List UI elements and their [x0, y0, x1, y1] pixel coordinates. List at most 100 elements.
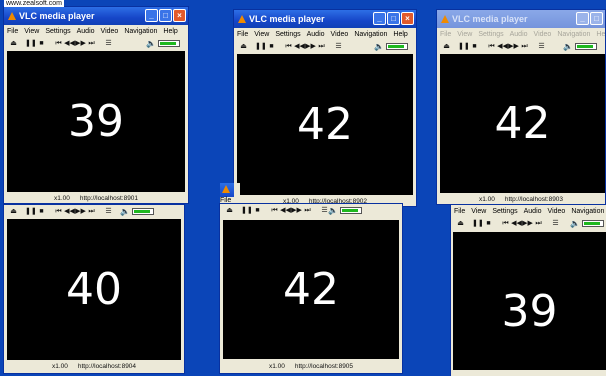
video-area[interactable]: 42	[237, 54, 413, 195]
pause-icon[interactable]: ❚❚	[25, 205, 37, 219]
menu-navigation[interactable]: Navigation	[124, 28, 157, 35]
previous-icon[interactable]: ⏮	[283, 40, 294, 54]
speaker-icon[interactable]: 🔈	[563, 42, 573, 51]
minimize-button[interactable]: _	[576, 12, 589, 25]
minimize-button[interactable]: _	[145, 9, 158, 22]
vlc-window-5[interactable]: ⏏ ❚❚ ■ ⏮ ◀◀ ▶▶ ⏭ ☰ 🔈 42 x1.00 http://loc…	[219, 203, 403, 374]
speaker-icon[interactable]: 🔈	[570, 219, 580, 228]
video-area[interactable]: 39	[453, 232, 606, 370]
video-area[interactable]: 42	[440, 54, 605, 193]
menu-help[interactable]: Help	[596, 31, 605, 38]
menu-settings[interactable]: Settings	[478, 31, 503, 38]
title-bar[interactable]: VLC media player _ □ ×	[4, 7, 188, 25]
vlc-window-6[interactable]: File View Settings Audio Video Navigatio…	[450, 204, 606, 376]
menu-help[interactable]: Help	[393, 31, 407, 38]
menu-file[interactable]: File	[237, 31, 248, 38]
menu-video[interactable]: Video	[548, 208, 566, 215]
menu-audio[interactable]: Audio	[524, 208, 542, 215]
menu-file[interactable]: File	[7, 28, 18, 35]
rewind-icon[interactable]: ◀◀	[64, 37, 75, 51]
menu-view[interactable]: View	[254, 31, 269, 38]
menu-audio[interactable]: Audio	[307, 31, 325, 38]
playlist-icon[interactable]: ☰	[536, 40, 547, 54]
stop-icon[interactable]: ■	[483, 217, 494, 231]
minimize-button[interactable]: _	[373, 12, 386, 25]
speaker-icon[interactable]: 🔈	[120, 207, 130, 216]
volume-control[interactable]: 🔈	[563, 42, 597, 51]
eject-icon[interactable]: ⏏	[8, 205, 19, 219]
volume-slider[interactable]	[340, 207, 362, 214]
close-button[interactable]: ×	[173, 9, 186, 22]
speaker-icon[interactable]: 🔈	[328, 206, 338, 215]
rewind-icon[interactable]: ◀◀	[64, 205, 75, 219]
menu-navigation[interactable]: Navigation	[557, 31, 590, 38]
menu-file[interactable]: File	[454, 208, 465, 215]
video-area[interactable]: 39	[7, 51, 185, 192]
stop-icon[interactable]: ■	[252, 204, 263, 218]
menu-view[interactable]: View	[24, 28, 39, 35]
eject-icon[interactable]: ⏏	[455, 217, 466, 231]
fast-forward-icon[interactable]: ▶▶	[305, 40, 316, 54]
previous-icon[interactable]: ⏮	[486, 40, 497, 54]
next-icon[interactable]: ⏭	[86, 37, 97, 51]
next-icon[interactable]: ⏭	[533, 217, 544, 231]
pause-icon[interactable]: ❚❚	[25, 37, 37, 51]
close-button[interactable]: ×	[401, 12, 414, 25]
volume-slider[interactable]	[158, 40, 180, 47]
rewind-icon[interactable]: ◀◀	[294, 40, 305, 54]
fast-forward-icon[interactable]: ▶▶	[508, 40, 519, 54]
eject-icon[interactable]: ⏏	[8, 37, 19, 51]
menu-settings[interactable]: Settings	[275, 31, 300, 38]
maximize-button[interactable]: □	[159, 9, 172, 22]
menu-view[interactable]: View	[471, 208, 486, 215]
volume-control[interactable]: 🔈	[146, 39, 180, 48]
eject-icon[interactable]: ⏏	[224, 204, 235, 218]
menu-audio[interactable]: Audio	[510, 31, 528, 38]
volume-slider[interactable]	[582, 220, 604, 227]
eject-icon[interactable]: ⏏	[238, 40, 249, 54]
next-icon[interactable]: ⏭	[316, 40, 327, 54]
fast-forward-icon[interactable]: ▶▶	[75, 205, 86, 219]
vlc-window-2[interactable]: VLC media player _ □ × File View Setting…	[233, 9, 417, 207]
volume-slider[interactable]	[575, 43, 597, 50]
stop-icon[interactable]: ■	[469, 40, 480, 54]
previous-icon[interactable]: ⏮	[53, 205, 64, 219]
eject-icon[interactable]: ⏏	[441, 40, 452, 54]
speaker-icon[interactable]: 🔈	[146, 39, 156, 48]
menu-file[interactable]: File	[440, 31, 451, 38]
pause-icon[interactable]: ❚❚	[241, 204, 253, 218]
previous-icon[interactable]: ⏮	[269, 204, 280, 218]
fast-forward-icon[interactable]: ▶▶	[75, 37, 86, 51]
video-area[interactable]: 42	[223, 220, 399, 359]
stop-icon[interactable]: ■	[36, 37, 47, 51]
vlc-window-4[interactable]: ⏏ ❚❚ ■ ⏮ ◀◀ ▶▶ ⏭ ☰ 🔈 40 x1.00 http://loc…	[3, 204, 185, 374]
volume-control[interactable]: 🔈	[120, 207, 154, 216]
title-bar[interactable]	[220, 183, 234, 197]
vlc-window-3[interactable]: VLC media player _ □ File View Settings …	[436, 9, 606, 205]
menu-video[interactable]: Video	[331, 31, 349, 38]
maximize-button[interactable]: □	[387, 12, 400, 25]
rewind-icon[interactable]: ◀◀	[280, 204, 291, 218]
maximize-button[interactable]: □	[590, 12, 603, 25]
playlist-icon[interactable]: ☰	[103, 205, 114, 219]
previous-icon[interactable]: ⏮	[500, 217, 511, 231]
fast-forward-icon[interactable]: ▶▶	[522, 217, 533, 231]
playlist-icon[interactable]: ☰	[103, 37, 114, 51]
video-area[interactable]: 40	[7, 219, 181, 360]
pause-icon[interactable]: ❚❚	[472, 217, 484, 231]
menu-settings[interactable]: Settings	[492, 208, 517, 215]
volume-slider[interactable]	[386, 43, 408, 50]
playlist-icon[interactable]: ☰	[333, 40, 344, 54]
title-bar[interactable]: VLC media player _ □ ×	[234, 10, 416, 28]
menu-navigation[interactable]: Navigation	[354, 31, 387, 38]
playlist-icon[interactable]: ☰	[550, 217, 561, 231]
menu-audio[interactable]: Audio	[77, 28, 95, 35]
menu-video[interactable]: Video	[534, 31, 552, 38]
previous-icon[interactable]: ⏮	[53, 37, 64, 51]
next-icon[interactable]: ⏭	[302, 204, 313, 218]
stop-icon[interactable]: ■	[36, 205, 47, 219]
menu-help[interactable]: Help	[163, 28, 177, 35]
speaker-icon[interactable]: 🔈	[374, 42, 384, 51]
volume-control[interactable]: 🔈	[328, 206, 362, 215]
next-icon[interactable]: ⏭	[519, 40, 530, 54]
